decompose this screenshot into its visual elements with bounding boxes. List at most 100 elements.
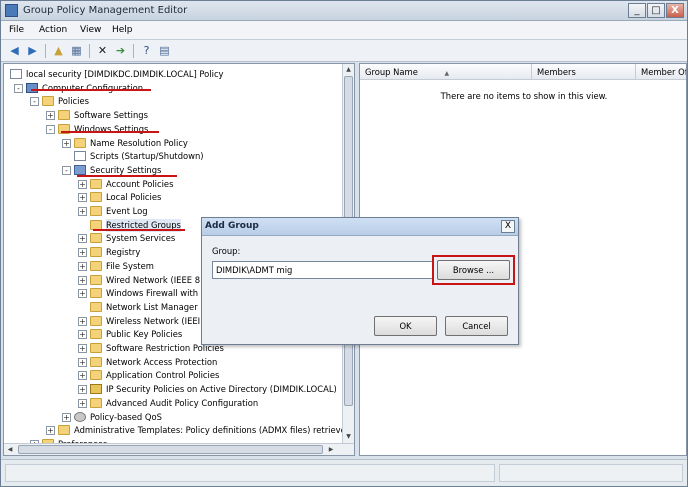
expand-icon[interactable]: +	[78, 179, 87, 189]
column-header-member-of[interactable]: Member Of	[636, 64, 686, 80]
menu-file[interactable]: File	[9, 25, 24, 35]
tree-item[interactable]: local security [DIMDIKDC.DIMDIK.LOCAL] P…	[4, 68, 344, 81]
expand-icon[interactable]: +	[78, 385, 87, 395]
shield-icon	[74, 164, 86, 175]
gear-icon	[74, 411, 86, 422]
expand-icon[interactable]: +	[78, 275, 87, 285]
expand-icon[interactable]: +	[78, 289, 87, 299]
tree-item[interactable]: + Application Control Policies	[4, 369, 344, 382]
toolbar-separator	[45, 44, 46, 58]
tree-item-label: Scripts (Startup/Shutdown)	[90, 151, 204, 162]
expand-icon[interactable]: +	[62, 138, 71, 148]
expand-icon[interactable]: +	[78, 207, 87, 216]
folder-icon	[90, 288, 102, 299]
window-title: Group Policy Management Editor	[23, 5, 188, 16]
scroll-up-icon[interactable]: ▲	[344, 65, 353, 75]
dialog-title-bar: Add Group X	[202, 218, 518, 236]
export-icon[interactable]: ➔	[113, 44, 128, 58]
column-header-members[interactable]: Members	[532, 64, 636, 80]
dialog-close-button[interactable]: X	[501, 220, 515, 233]
tree-item-label: Policy-based QoS	[90, 411, 162, 422]
empty-list-message: There are no items to show in this view.	[440, 91, 608, 101]
cancel-button[interactable]: Cancel	[445, 316, 508, 336]
tree-item[interactable]: Scripts (Startup/Shutdown)	[4, 150, 344, 163]
tree-item[interactable]: + Name Resolution Policy	[4, 137, 344, 150]
group-name-input[interactable]	[212, 261, 434, 279]
folder-icon	[90, 397, 102, 408]
collapse-icon[interactable]: -	[62, 165, 71, 175]
collapse-icon[interactable]: -	[30, 97, 39, 107]
forward-icon[interactable]: ▶	[25, 44, 40, 58]
menu-view[interactable]: View	[80, 25, 101, 35]
tree-item-label: Software Settings	[74, 110, 148, 121]
menu-bar: File Action View Help	[1, 21, 687, 40]
tree-item[interactable]: - Policies	[4, 95, 344, 108]
annotation-underline	[61, 131, 159, 133]
annotation-underline	[77, 175, 177, 177]
column-header-group-name[interactable]: Group Name ▲	[360, 64, 532, 80]
help-icon[interactable]: ?	[139, 44, 154, 58]
show-hide-tree-icon[interactable]: ▦	[69, 44, 84, 58]
back-icon[interactable]: ◀	[7, 44, 22, 58]
toolbar-separator	[89, 44, 90, 58]
tree-item-label: Windows Firewall with	[106, 288, 199, 299]
expand-icon[interactable]: +	[78, 234, 87, 244]
app-window: Group Policy Management Editor _ □ X Fil…	[0, 0, 688, 487]
properties-icon[interactable]: ▤	[157, 44, 172, 58]
up-folder-icon[interactable]: ▲	[51, 44, 66, 58]
status-segment	[499, 464, 683, 482]
tree-item-label: Event Log	[106, 206, 148, 216]
ok-button[interactable]: OK	[374, 316, 437, 336]
menu-help[interactable]: Help	[112, 25, 133, 35]
expand-icon[interactable]: +	[78, 193, 87, 203]
expand-icon[interactable]: +	[78, 261, 87, 271]
scroll-left-icon[interactable]: ◀	[5, 445, 15, 454]
status-bar	[1, 459, 687, 486]
folder-icon	[90, 315, 102, 326]
tree-item-label: Local Policies	[106, 192, 162, 203]
status-segment	[5, 464, 495, 482]
expand-icon[interactable]: +	[78, 357, 87, 367]
collapse-icon[interactable]: -	[46, 124, 55, 134]
tree-item[interactable]: + Advanced Audit Policy Configuration	[4, 397, 344, 410]
expand-icon[interactable]: +	[78, 371, 87, 381]
title-bar: Group Policy Management Editor _ □ X	[1, 1, 687, 21]
dialog-title: Add Group	[205, 221, 259, 231]
tree-item[interactable]: + Account Policies	[4, 178, 344, 191]
delete-icon[interactable]: ✕	[95, 44, 110, 58]
browse-button[interactable]: Browse ...	[437, 260, 510, 280]
group-label: Group:	[212, 246, 241, 256]
column-label: Group Name	[365, 67, 418, 77]
expand-icon[interactable]: +	[46, 111, 55, 121]
menu-action[interactable]: Action	[39, 25, 67, 35]
expand-icon[interactable]: +	[46, 426, 55, 436]
toolbar: ◀ ▶ ▲ ▦ ✕ ➔ ? ▤	[1, 40, 687, 62]
tree-item[interactable]: + Local Policies	[4, 191, 344, 204]
tree-horizontal-scrollbar[interactable]: ◀ ▶	[4, 443, 354, 455]
expand-icon[interactable]: +	[78, 344, 87, 353]
collapse-icon[interactable]: -	[14, 83, 23, 93]
tree-item-label: Advanced Audit Policy Configuration	[106, 397, 259, 408]
expand-icon[interactable]: +	[78, 398, 87, 408]
folder-icon	[90, 274, 102, 285]
scroll-thumb[interactable]	[18, 445, 323, 454]
folder-icon	[58, 110, 70, 121]
minimize-button[interactable]: _	[628, 3, 646, 18]
tree-item-label: Network List Manager	[106, 301, 198, 312]
tree-item[interactable]: + Administrative Templates: Policy defini…	[4, 424, 346, 437]
tree-item[interactable]: + Software Settings	[4, 109, 344, 122]
expand-icon[interactable]: +	[78, 316, 87, 326]
tree-item[interactable]: - Windows Settings	[4, 123, 344, 136]
expand-icon[interactable]: +	[78, 330, 87, 340]
close-button[interactable]: X	[666, 3, 684, 18]
expand-icon[interactable]: +	[62, 412, 71, 422]
maximize-button[interactable]: □	[647, 3, 665, 18]
tree-item[interactable]: + Network Access Protection	[4, 356, 344, 369]
add-group-dialog: Add Group X Group: Browse ... OK Cancel	[201, 217, 519, 345]
expand-icon[interactable]: +	[78, 248, 87, 258]
tree-item[interactable]: + IP Security Policies on Active Director…	[4, 383, 344, 396]
tree-item[interactable]: + Policy-based QoS	[4, 411, 344, 424]
scroll-right-icon[interactable]: ▶	[326, 445, 336, 454]
tree-item-label: IP Security Policies on Active Directory…	[106, 384, 337, 395]
scroll-down-icon[interactable]: ▼	[344, 432, 353, 442]
